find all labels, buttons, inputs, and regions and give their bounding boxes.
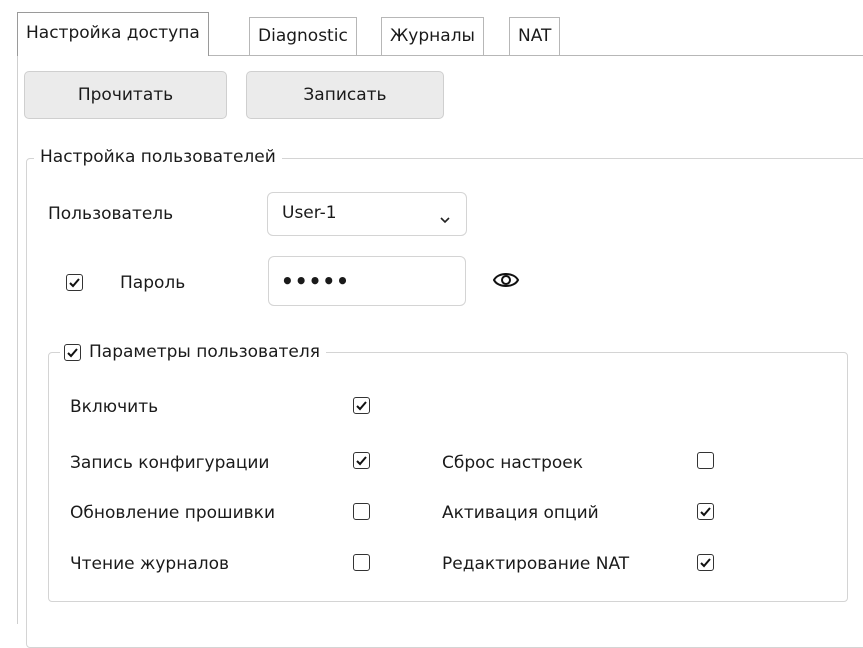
password-checkbox[interactable] — [66, 274, 83, 291]
write-button[interactable]: Записать — [246, 71, 444, 119]
tab-journals[interactable]: Журналы — [381, 17, 484, 55]
user-select-value: User-1 — [282, 203, 337, 223]
option-label-enable: Включить — [70, 397, 159, 417]
read-button-label: Прочитать — [77, 85, 174, 105]
user-label: Пользователь — [48, 204, 174, 224]
users-settings-title: Настройка пользователей — [34, 147, 282, 167]
firmware-update-checkbox[interactable] — [353, 503, 370, 520]
option-label-write-config: Запись конфигурации — [70, 453, 270, 473]
option-label-firmware-update: Обновление прошивки — [70, 503, 275, 523]
option-label-edit-nat: Редактирование NAT — [442, 554, 630, 574]
user-params-legend: Параметры пользователя — [60, 342, 326, 362]
write-button-label: Записать — [303, 85, 387, 105]
enable-checkbox[interactable] — [353, 397, 370, 414]
tab-label: Журналы — [390, 26, 475, 46]
password-label: Пароль — [120, 273, 186, 293]
read-journals-checkbox[interactable] — [353, 554, 370, 571]
password-input[interactable]: ••••• — [268, 256, 466, 306]
option-label-activate-options: Активация опций — [442, 503, 599, 523]
option-label-reset-settings: Сброс настроек — [442, 453, 583, 473]
option-label-read-journals: Чтение журналов — [70, 554, 230, 574]
tab-nat[interactable]: NAT — [509, 17, 561, 55]
panel-border — [17, 55, 18, 624]
eye-icon[interactable] — [492, 268, 520, 296]
tab-diagnostic[interactable]: Diagnostic — [249, 17, 357, 55]
user-params-checkbox[interactable] — [64, 344, 81, 361]
tab-label: NAT — [518, 26, 552, 46]
user-params-title: Параметры пользователя — [89, 342, 320, 362]
tab-access-settings[interactable]: Настройка доступа — [17, 12, 209, 56]
user-select[interactable]: User-1 — [267, 192, 467, 236]
tab-label: Настройка доступа — [26, 23, 200, 43]
password-value: ••••• — [281, 269, 350, 293]
write-config-checkbox[interactable] — [353, 452, 370, 469]
chevron-down-icon — [440, 209, 450, 229]
tab-label: Diagnostic — [258, 26, 348, 46]
activate-options-checkbox[interactable] — [697, 503, 714, 520]
reset-settings-checkbox[interactable] — [697, 452, 714, 469]
edit-nat-checkbox[interactable] — [697, 554, 714, 571]
read-button[interactable]: Прочитать — [24, 71, 227, 119]
